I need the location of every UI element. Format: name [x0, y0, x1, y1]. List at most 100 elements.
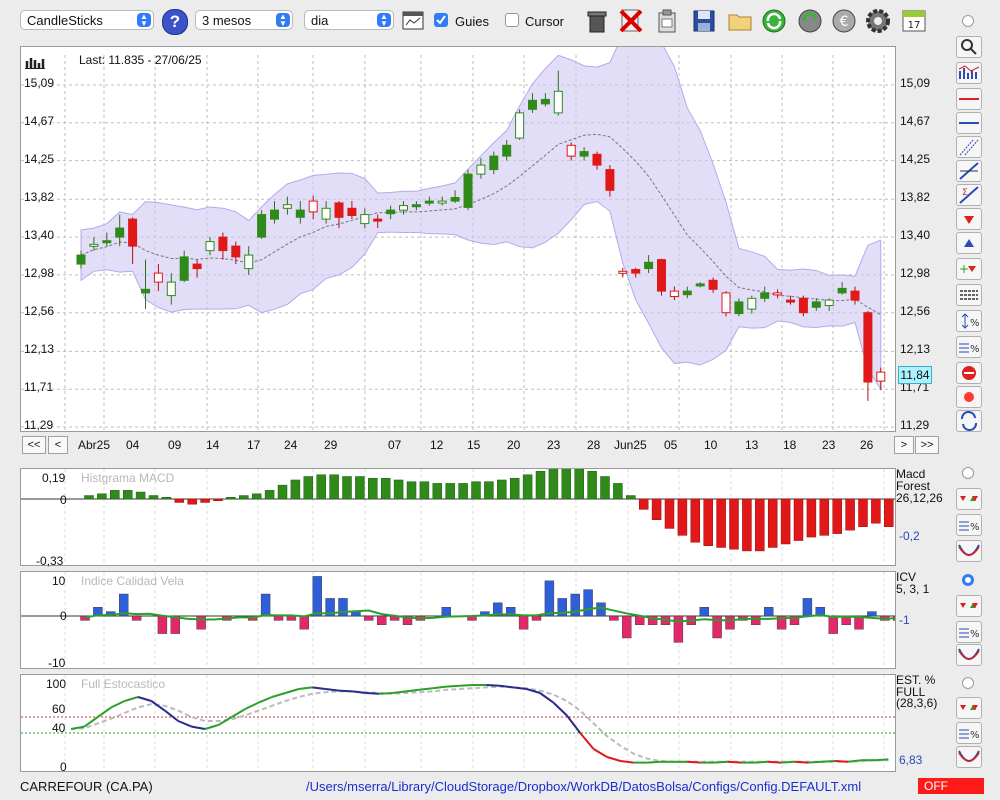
icv-signals-button[interactable] [956, 595, 982, 617]
scroll-last-button[interactable]: >> [915, 436, 939, 454]
candle-body [644, 261, 654, 270]
x-axis-label: 15 [467, 438, 481, 452]
calendar-day: 17 [908, 20, 921, 31]
gear-icon[interactable] [864, 7, 892, 35]
candle-body [231, 245, 241, 258]
macd-percent-button[interactable]: % [956, 514, 982, 536]
candlestick [721, 291, 731, 317]
down-arrow-tool-button[interactable] [956, 208, 982, 230]
candle-body [282, 204, 292, 209]
icv-panel[interactable]: Indice Calidad Vela [20, 571, 896, 669]
price-tick-left: 14,67 [24, 113, 55, 128]
chevron-updown-icon: ▲ ▼ [276, 13, 290, 28]
candle-body [476, 164, 486, 175]
calendar-icon[interactable]: 17 [900, 7, 928, 35]
panel-radio-price[interactable] [962, 15, 974, 27]
blue-line-tool-button[interactable] [956, 112, 982, 134]
clipboard-icon[interactable] [653, 7, 681, 35]
levels-tool-button[interactable] [956, 284, 982, 306]
macd-bar [716, 498, 726, 548]
zoom-tool-button[interactable] [956, 36, 982, 58]
price-tick-left: 12,98 [24, 265, 55, 280]
x-axis-label: 12 [430, 438, 444, 452]
macd-bar [187, 498, 197, 505]
bars-tool-button[interactable] [956, 62, 982, 84]
percent-range-button[interactable]: % [956, 310, 982, 332]
macd-curve-button[interactable] [956, 540, 982, 562]
percent-lines-button[interactable]: % [956, 336, 982, 358]
candle-body [308, 200, 318, 213]
swap-button[interactable] [956, 410, 982, 432]
price-tick-right: 11,29 [900, 418, 930, 432]
scroll-back-button[interactable]: < [48, 436, 68, 454]
price-tick-right: 14,25 [900, 151, 931, 166]
chart-window-icon[interactable] [402, 10, 424, 32]
signals-tool-button[interactable]: + [956, 258, 982, 280]
cursor-checkbox[interactable] [505, 13, 519, 27]
candlestick [515, 109, 525, 140]
delete-icon[interactable] [617, 7, 645, 35]
candle-body [166, 281, 176, 297]
panel-radio-icv[interactable] [962, 574, 974, 586]
x-axis-label: 09 [168, 438, 182, 452]
price-chart-panel[interactable]: Last: 11.835 - 27/06/25 [20, 46, 896, 432]
interval-select[interactable]: dia ▲ ▼ [304, 10, 394, 30]
panel-radio-stoch[interactable] [962, 677, 974, 689]
scroll-forward-button[interactable]: > [894, 436, 914, 454]
candle-body [837, 287, 847, 294]
macd-bar [845, 498, 855, 531]
macd-panel[interactable]: Histgrama MACD [20, 468, 896, 566]
macd-bar [858, 498, 868, 527]
icv-curve-button[interactable] [956, 644, 982, 666]
macd-bar [161, 497, 172, 500]
refresh-icon[interactable] [760, 7, 788, 35]
period-select[interactable]: 3 mesos ▲ ▼ [195, 10, 293, 30]
refresh-alt-icon[interactable] [796, 7, 824, 35]
scroll-first-button[interactable]: << [22, 436, 46, 454]
candle-body [360, 214, 370, 225]
sigma-tool-button[interactable]: Σ [956, 184, 982, 206]
config-path-link[interactable]: /Users/mserra/Library/CloudStorage/Dropb… [306, 779, 861, 794]
off-toggle[interactable]: OFF [918, 778, 984, 794]
candle-body [373, 218, 383, 222]
up-arrow-tool-button[interactable] [956, 232, 982, 254]
stoch-tick-60: 60 [52, 702, 66, 716]
macd-signals-button[interactable] [956, 488, 982, 510]
levels-icon [960, 290, 978, 300]
icv-bar [764, 607, 774, 617]
icv-bar [609, 615, 619, 621]
lines-percent-icon: % [959, 628, 980, 640]
candle-body [153, 272, 163, 283]
curves-icon [958, 648, 980, 660]
folder-icon[interactable] [726, 7, 754, 35]
candle-body [270, 209, 279, 220]
stoch-k-segment [405, 688, 420, 693]
macd-bar [432, 483, 443, 500]
signals-red-icon [960, 496, 978, 501]
candle-body [115, 227, 125, 238]
record-button[interactable] [956, 386, 982, 408]
stoch-panel[interactable]: Full Estocastico [20, 674, 896, 772]
trash-icon[interactable] [583, 7, 611, 35]
trendline-tool-button[interactable] [956, 160, 982, 182]
macd-bar [110, 490, 120, 500]
guies-checkbox[interactable] [434, 13, 448, 27]
macd-bar [368, 477, 378, 500]
channel-tool-button[interactable] [956, 136, 982, 158]
currency-icon[interactable]: € [830, 7, 858, 35]
stoch-k-segment [97, 706, 112, 718]
no-entry-button[interactable] [956, 362, 982, 384]
candle-body [786, 299, 795, 303]
stoch-signals-button[interactable] [956, 697, 982, 719]
stoch-percent-button[interactable]: % [956, 722, 982, 744]
red-line-tool-button[interactable] [956, 88, 982, 110]
candlestick [798, 295, 808, 317]
stoch-curve-button[interactable] [956, 746, 982, 768]
x-axis-label: 26 [860, 438, 874, 452]
stoch-k-segment [767, 760, 782, 764]
panel-radio-macd[interactable] [962, 467, 974, 479]
chart-type-select[interactable]: CandleSticks ▲ ▼ [20, 10, 154, 30]
icv-percent-button[interactable]: % [956, 621, 982, 643]
help-icon[interactable]: ? [162, 9, 188, 35]
save-icon[interactable] [690, 7, 718, 35]
